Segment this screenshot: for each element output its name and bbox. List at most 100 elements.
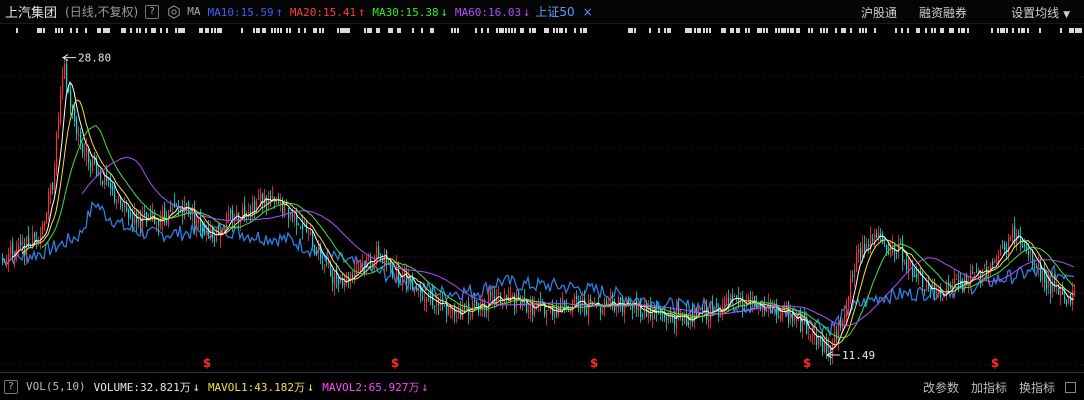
candle-body xyxy=(102,182,104,184)
candle-body xyxy=(836,330,838,340)
candle-body xyxy=(588,299,590,318)
candle-body xyxy=(734,295,736,297)
event-marker xyxy=(475,28,477,33)
candle-body xyxy=(476,300,478,306)
candle-body xyxy=(18,244,20,250)
candle-body xyxy=(438,304,440,306)
panel-toggle-icon[interactable] xyxy=(1065,381,1076,393)
candle-body xyxy=(726,298,728,302)
candle-body xyxy=(14,252,16,262)
event-marker xyxy=(181,28,185,33)
indicator-name[interactable]: VOL(5,10) xyxy=(26,380,86,393)
candle-body xyxy=(600,307,602,313)
help-icon[interactable]: ? xyxy=(145,4,160,19)
candle-body xyxy=(712,303,714,309)
event-marker xyxy=(58,28,60,33)
candle-body xyxy=(700,309,702,311)
event-marker xyxy=(874,28,876,33)
overlay-index-label[interactable]: 上证50 xyxy=(535,3,574,20)
event-marker xyxy=(823,28,825,33)
candle-body xyxy=(116,202,118,204)
candle-body xyxy=(858,249,860,255)
event-marker xyxy=(508,28,510,33)
event-marker xyxy=(703,28,705,33)
event-marker-strip[interactable] xyxy=(0,25,1084,37)
chart-mode[interactable]: (日线,不复权) xyxy=(65,3,138,20)
event-marker xyxy=(901,28,903,33)
event-marker xyxy=(961,28,965,33)
candle-body xyxy=(862,244,864,258)
candle-body xyxy=(1036,266,1038,268)
mavol1-text: MAVOL1:43.182万 xyxy=(207,380,306,394)
candle-body xyxy=(110,183,112,189)
candle-body xyxy=(844,314,846,323)
margin-trading-link[interactable]: 融资融券 xyxy=(919,4,967,21)
candle-body xyxy=(1058,288,1060,295)
event-marker xyxy=(574,28,576,33)
candle-body xyxy=(1060,291,1062,297)
candle-body xyxy=(300,227,302,229)
candle-body xyxy=(466,305,468,310)
candle-body xyxy=(434,306,436,307)
candle-body xyxy=(82,143,84,153)
candle-body xyxy=(296,216,298,225)
candle-body xyxy=(146,212,148,222)
event-marker xyxy=(505,28,507,33)
add-indicator-button[interactable]: 加指标 xyxy=(971,379,1007,396)
event-marker xyxy=(496,28,498,33)
candle-body xyxy=(1074,291,1076,294)
event-marker xyxy=(1060,28,1062,33)
close-icon[interactable]: × xyxy=(583,5,593,19)
candle-body xyxy=(414,288,416,290)
candle-body xyxy=(56,132,58,171)
candle-body xyxy=(490,292,492,295)
candle-body xyxy=(252,202,254,213)
event-marker xyxy=(997,28,999,33)
candle-body xyxy=(1032,252,1034,266)
set-ma-label: 设置均线 xyxy=(1011,5,1060,20)
candle-body xyxy=(872,238,874,242)
candle-body xyxy=(338,279,340,286)
event-marker xyxy=(211,28,213,33)
candle-body xyxy=(22,241,24,245)
event-marker xyxy=(787,28,789,33)
switch-indicator-button[interactable]: 换指标 xyxy=(1019,379,1055,396)
candle-body xyxy=(794,317,796,320)
event-marker xyxy=(1021,28,1025,33)
candle-body xyxy=(358,267,360,272)
candle-body xyxy=(1020,236,1022,244)
candle-body xyxy=(156,221,158,223)
event-marker xyxy=(730,28,734,33)
event-marker xyxy=(736,28,740,33)
event-marker xyxy=(796,28,800,33)
change-param-button[interactable]: 改参数 xyxy=(923,379,959,396)
hgt-link[interactable]: 沪股通 xyxy=(861,4,897,21)
event-marker xyxy=(724,28,726,33)
event-marker xyxy=(514,28,516,33)
candle-body xyxy=(928,284,930,289)
candle-body xyxy=(426,297,428,303)
gear-icon[interactable] xyxy=(167,4,181,19)
candle-body xyxy=(132,217,134,224)
kline-chart[interactable]: 28.80 11.49 $ $ $ $ $ xyxy=(0,37,1084,372)
candle-body xyxy=(976,270,978,272)
candle-body xyxy=(74,108,76,122)
candle-body xyxy=(190,217,192,219)
candle-body xyxy=(534,303,536,316)
event-marker xyxy=(253,28,255,33)
event-marker xyxy=(775,28,777,33)
candle-body xyxy=(172,205,174,207)
candle-body xyxy=(228,213,230,216)
candle-body xyxy=(164,207,166,218)
event-marker xyxy=(820,28,822,33)
candle-body xyxy=(226,216,228,230)
candle-body xyxy=(710,303,712,321)
candle-body xyxy=(896,253,898,255)
candle-body xyxy=(462,304,464,320)
help-icon[interactable]: ? xyxy=(4,379,18,394)
dividend-marker-icon: $ xyxy=(803,356,811,370)
candle-body xyxy=(394,277,396,279)
candle-body xyxy=(528,309,530,311)
set-ma-button[interactable]: 设置均线 ▼ xyxy=(989,4,1070,21)
candle-body xyxy=(376,247,378,258)
